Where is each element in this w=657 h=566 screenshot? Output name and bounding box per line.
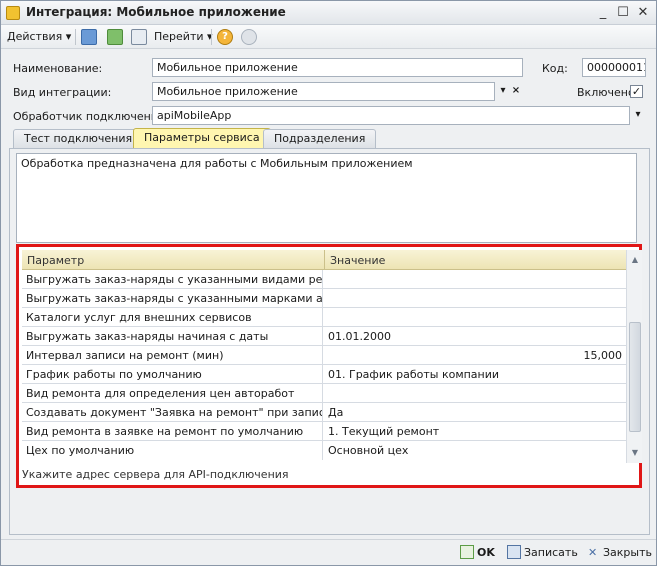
chevron-down-icon[interactable]: ▾ xyxy=(631,106,645,123)
integration-type-field[interactable]: Мобильное приложение xyxy=(152,82,495,101)
integration-type-label: Вид интеграции: xyxy=(13,86,112,99)
goto-menu[interactable]: Перейти ▾ xyxy=(154,29,213,45)
parameter-cell: Выгружать заказ-наряды с указанными вида… xyxy=(22,270,323,289)
chevron-down-icon: ▾ xyxy=(65,30,72,43)
column-header-value[interactable]: Значение xyxy=(330,254,385,267)
save-button[interactable]: Записать xyxy=(524,545,578,561)
tab-connection-test[interactable]: Тест подключения xyxy=(13,129,144,148)
refresh-icon[interactable] xyxy=(107,29,123,45)
code-label: Код: xyxy=(542,62,568,75)
scroll-thumb[interactable] xyxy=(629,322,641,432)
parameter-cell: Создавать документ "Заявка на ремонт" пр… xyxy=(22,403,323,422)
name-field[interactable]: Мобильное приложение xyxy=(152,58,523,77)
table-row[interactable]: График работы по умолчанию 01. График ра… xyxy=(22,365,626,384)
table-row[interactable]: Цех по умолчанию Основной цех xyxy=(22,441,626,460)
table-header: Параметр Значение xyxy=(22,250,626,270)
tab-label: Подразделения xyxy=(274,132,366,145)
window: Интеграция: Мобильное приложение _ ☐ ✕ Д… xyxy=(0,0,657,566)
parameter-cell: Вид ремонта в заявке на ремонт по умолча… xyxy=(22,422,323,441)
tab-label: Тест подключения xyxy=(24,132,133,145)
tab-label: Параметры сервиса xyxy=(144,131,260,144)
goto-menu-label: Перейти xyxy=(154,30,204,43)
parameter-cell: Вид ремонта для определения цен авторабо… xyxy=(22,384,323,403)
parameters-highlight: Параметр Значение Выгружать заказ-наряды… xyxy=(16,244,642,488)
name-label: Наименование: xyxy=(13,62,103,75)
table-row[interactable]: Каталоги услуг для внешних сервисов xyxy=(22,308,626,327)
maximize-button[interactable]: ☐ xyxy=(615,5,631,21)
parameter-cell: График работы по умолчанию xyxy=(22,365,323,384)
parameter-cell: Интервал записи на ремонт (мин) xyxy=(22,346,323,365)
value-cell[interactable]: 01.01.2000 xyxy=(324,327,626,346)
clear-icon[interactable]: × xyxy=(509,82,523,99)
table-row[interactable]: Выгружать заказ-наряды с указанными марк… xyxy=(22,289,626,308)
handler-label: Обработчик подключения: xyxy=(13,110,169,123)
toolbar-divider xyxy=(75,29,76,45)
value-cell[interactable] xyxy=(324,308,626,327)
vertical-scrollbar[interactable]: ▲ ▼ xyxy=(626,250,642,463)
value-cell[interactable]: 1. Текущий ремонт xyxy=(324,422,626,441)
hint-text: Укажите адрес сервера для API-подключени… xyxy=(22,468,289,481)
actions-menu[interactable]: Действия ▾ xyxy=(7,29,71,45)
table-row[interactable]: Выгружать заказ-наряды начиная с даты 01… xyxy=(22,327,626,346)
import-icon[interactable] xyxy=(81,29,97,45)
value-cell[interactable] xyxy=(324,289,626,308)
parameter-cell: Выгружать заказ-наряды с указанными марк… xyxy=(22,289,323,308)
value-cell[interactable]: Да xyxy=(324,403,626,422)
minimize-button[interactable]: _ xyxy=(595,5,611,21)
scroll-down-icon[interactable]: ▼ xyxy=(627,445,643,461)
window-title: Интеграция: Мобильное приложение xyxy=(26,5,286,19)
toolbar-divider xyxy=(211,29,212,45)
enabled-label: Включено xyxy=(577,86,635,99)
table-row[interactable]: Создавать документ "Заявка на ремонт" пр… xyxy=(22,403,626,422)
value-cell[interactable]: 01. График работы компании xyxy=(324,365,626,384)
table-row[interactable]: Выгружать заказ-наряды с указанными вида… xyxy=(22,270,626,289)
value-cell[interactable]: Основной цех xyxy=(324,441,626,460)
value-cell[interactable] xyxy=(324,270,626,289)
table-row[interactable]: Интервал записи на ремонт (мин) 15,000 xyxy=(22,346,626,365)
enabled-checkbox[interactable]: ✓ xyxy=(630,85,643,98)
copy-icon[interactable] xyxy=(131,29,147,45)
tab-service-parameters[interactable]: Параметры сервиса xyxy=(133,128,271,149)
parameter-cell: Цех по умолчанию xyxy=(22,441,323,460)
settings-icon[interactable] xyxy=(241,29,257,45)
title-bar: Интеграция: Мобильное приложение _ ☐ ✕ xyxy=(1,1,656,25)
handler-field[interactable]: apiMobileApp xyxy=(152,106,630,125)
toolbar: Действия ▾ Перейти ▾ ? xyxy=(1,25,656,49)
table-row[interactable]: Вид ремонта в заявке на ремонт по умолча… xyxy=(22,422,626,441)
help-icon[interactable]: ? xyxy=(217,29,233,45)
parameters-table: Параметр Значение Выгружать заказ-наряды… xyxy=(22,250,642,463)
value-cell[interactable]: 15,000 xyxy=(324,346,626,365)
app-icon xyxy=(6,6,20,20)
value-cell[interactable] xyxy=(324,384,626,403)
column-header-parameter[interactable]: Параметр xyxy=(27,254,84,267)
close-button[interactable]: Закрыть xyxy=(603,545,652,561)
close-icon: ✕ xyxy=(588,546,598,559)
parameter-cell: Выгружать заказ-наряды начиная с даты xyxy=(22,327,323,346)
save-icon xyxy=(507,545,521,559)
bottom-bar: OK Записать ✕ Закрыть xyxy=(1,539,656,565)
parameter-cell: Каталоги услуг для внешних сервисов xyxy=(22,308,323,327)
actions-menu-label: Действия xyxy=(7,30,63,43)
chevron-down-icon[interactable]: ▾ xyxy=(496,82,510,99)
scroll-up-icon[interactable]: ▲ xyxy=(627,252,643,268)
tab-divisions[interactable]: Подразделения xyxy=(263,129,377,148)
code-field[interactable]: 000000011 xyxy=(582,58,646,77)
column-divider xyxy=(324,250,325,270)
description-text: Обработка предназначена для работы с Моб… xyxy=(16,153,637,243)
close-window-button[interactable]: ✕ xyxy=(635,5,651,21)
table-row[interactable]: Вид ремонта для определения цен авторабо… xyxy=(22,384,626,403)
ok-button[interactable]: OK xyxy=(477,545,495,561)
checkmark-icon xyxy=(460,545,474,559)
